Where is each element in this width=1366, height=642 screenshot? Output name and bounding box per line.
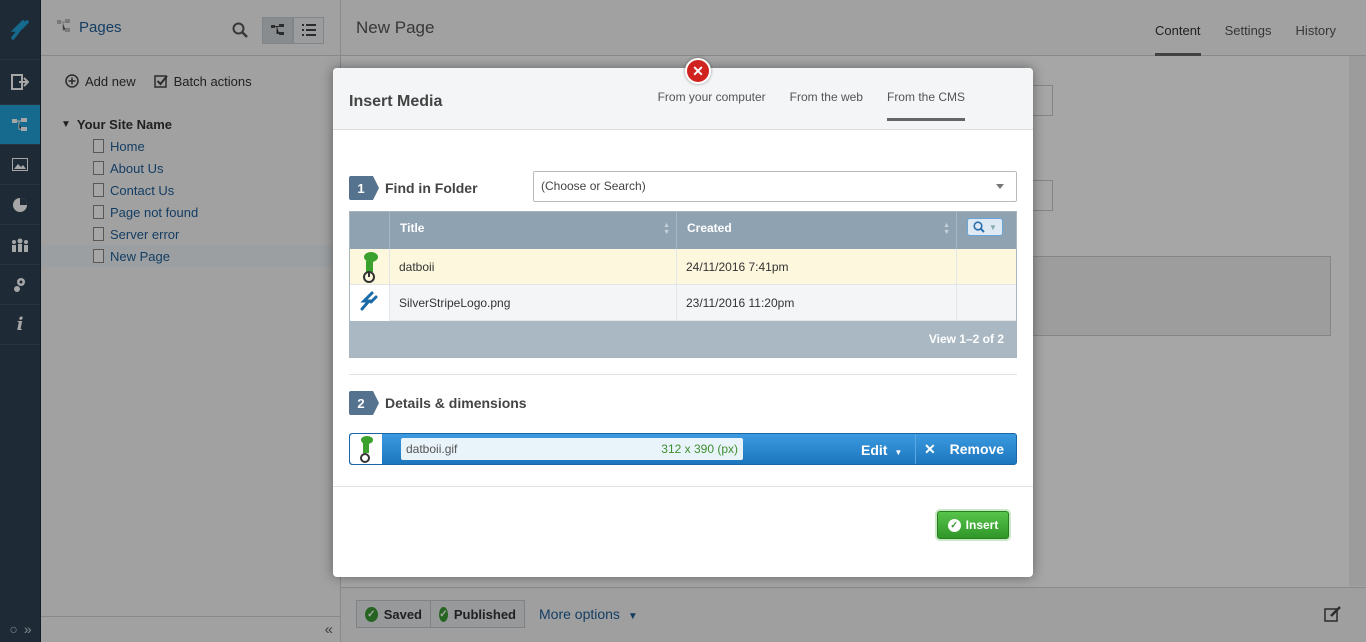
close-icon: ✕ <box>924 441 936 457</box>
search-icon <box>973 221 985 233</box>
selected-file-bar: datboii.gif 312 x 390 (px) Edit ▼ ✕ Remo… <box>349 433 1017 465</box>
edit-label: Edit <box>861 442 888 458</box>
file-name-field[interactable]: datboii.gif 312 x 390 (px) <box>401 438 743 460</box>
divider <box>349 374 1017 375</box>
cell-title: datboii <box>390 248 677 285</box>
tab-from-cms[interactable]: From the CMS <box>886 68 966 121</box>
tab-from-web[interactable]: From the web <box>790 68 863 121</box>
close-dialog-button[interactable]: ✕ <box>685 58 711 84</box>
sort-icon: ▲ ▼ <box>663 222 670 236</box>
step-number: 2 <box>349 391 379 415</box>
check-circle-icon: ✓ <box>947 518 961 532</box>
cell-empty <box>957 285 1016 321</box>
dialog-header: Insert Media From your computer From the… <box>333 68 1033 130</box>
table-row[interactable]: datboii 24/11/2016 7:41pm <box>350 248 1016 285</box>
cell-created: 23/11/2016 11:20pm <box>677 284 957 321</box>
grid-filter-cell: ▼ <box>957 212 1016 249</box>
cell-empty <box>957 249 1016 285</box>
chevron-down-icon <box>996 184 1004 189</box>
table-row[interactable]: SilverStripeLogo.png 23/11/2016 11:20pm <box>350 284 1016 321</box>
dialog-title: Insert Media <box>349 93 443 110</box>
divider <box>915 434 916 464</box>
column-created-label: Created <box>687 221 732 235</box>
tab-from-computer[interactable]: From your computer <box>658 68 766 121</box>
close-icon: ✕ <box>692 62 704 79</box>
edit-button[interactable]: Edit ▼ <box>861 442 902 458</box>
step-number: 1 <box>349 176 379 200</box>
remove-label: Remove <box>949 441 1005 457</box>
caret-down-icon: ▼ <box>989 222 997 232</box>
grid-header: Title ▲ ▼ Created ▲ ▼ ▼ <box>350 212 1016 249</box>
divider <box>333 486 1033 487</box>
insert-label: Insert <box>965 518 999 532</box>
filter-search-button[interactable]: ▼ <box>967 218 1003 236</box>
folder-select-value: (Choose or Search) <box>541 179 646 193</box>
insert-media-dialog: Insert Media From your computer From the… <box>333 68 1033 577</box>
column-title[interactable]: Title ▲ ▼ <box>390 212 677 249</box>
grid-header-thumb <box>350 212 390 249</box>
thumbnail-silverstripe-logo <box>350 284 390 321</box>
insert-button[interactable]: ✓ Insert <box>937 511 1009 539</box>
cell-created: 24/11/2016 7:41pm <box>677 248 957 285</box>
step-title: Details & dimensions <box>385 395 527 411</box>
file-name: datboii.gif <box>406 442 458 456</box>
grid-pagination: View 1–2 of 2 <box>350 321 1016 357</box>
file-dimensions: 312 x 390 (px) <box>661 442 738 456</box>
column-title-label: Title <box>400 221 425 235</box>
step-find-in-folder: 1 Find in Folder <box>349 176 478 200</box>
cell-title: SilverStripeLogo.png <box>390 284 677 321</box>
step-title: Find in Folder <box>385 180 478 196</box>
folder-select[interactable]: (Choose or Search) <box>533 171 1017 202</box>
file-thumbnail <box>350 434 382 464</box>
caret-down-icon: ▼ <box>894 448 903 457</box>
step-details-dimensions: 2 Details & dimensions <box>349 391 527 415</box>
remove-button[interactable]: ✕ Remove <box>924 441 1004 458</box>
thumbnail-datboii <box>350 248 390 285</box>
sort-icon: ▲ ▼ <box>943 222 950 236</box>
column-created[interactable]: Created ▲ ▼ <box>677 212 957 249</box>
media-grid: Title ▲ ▼ Created ▲ ▼ ▼ datboii 24/11/2016 7… <box>349 211 1017 358</box>
